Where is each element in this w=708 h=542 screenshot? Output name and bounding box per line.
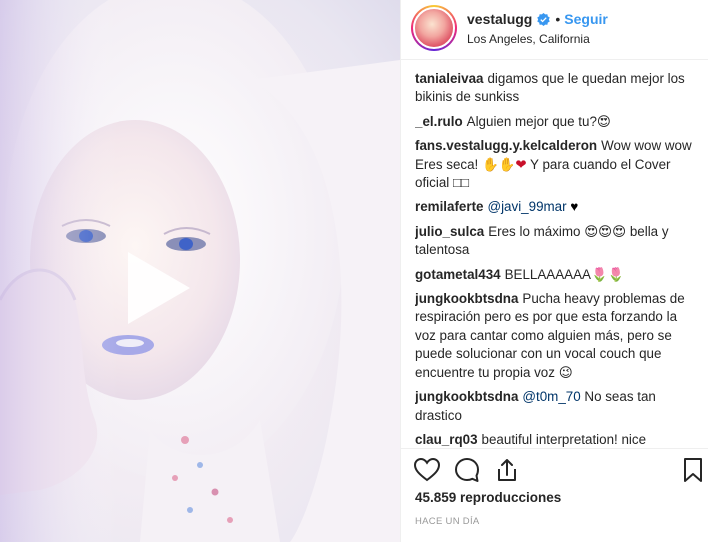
comment-username[interactable]: _el.rulo (415, 114, 463, 129)
verified-badge-icon (537, 12, 551, 26)
comment-item: _el.rulo Alguien mejor que tu?😍 (415, 113, 700, 131)
unknown-glyphs: □□ (452, 175, 470, 191)
black-heart-emoji: ♥ (570, 199, 579, 215)
comment-item: jungkookbtsdna Pucha heavy problemas de r… (415, 290, 700, 382)
save-button[interactable] (679, 456, 707, 484)
comment-username[interactable]: julio_sulca (415, 224, 484, 239)
bookmark-icon (684, 458, 702, 482)
video-thumbnail (0, 0, 400, 542)
post-timestamp[interactable]: HACE UN DÍA (415, 516, 480, 527)
comment-icon (455, 458, 479, 482)
play-icon (128, 252, 190, 324)
comment-item: gotametal434 BELLAAAAAA🌷🌷 (415, 266, 700, 284)
comment-item: tanialeivaa digamos que le quedan mejor l… (415, 70, 700, 107)
location-link[interactable]: Los Angeles, California (467, 32, 590, 46)
comment-item: clau_rq03 beautiful interpretation! nice (415, 431, 700, 448)
play-button[interactable] (116, 248, 196, 328)
comment-text: BELLAAAAAA (504, 266, 591, 282)
heart-eyes-emoji: 😍 (596, 113, 611, 129)
username-row: vestalugg • Seguir (467, 11, 608, 27)
separator-dot: • (555, 11, 561, 27)
comment-item: julio_sulca Eres lo máximo 😍😍😍 bella y ta… (415, 223, 700, 260)
tulip-emoji: 🌷🌷 (590, 266, 625, 282)
comment-username[interactable]: tanialeivaa (415, 71, 483, 86)
comment-item: jungkookbtsdna @t0m_70 No seas tan drasti… (415, 388, 700, 425)
comment-text: Alguien mejor que tu? (466, 113, 597, 129)
red-heart-emoji: ❤ (515, 156, 527, 172)
comment-mention[interactable]: @t0m_70 (522, 389, 580, 404)
share-button[interactable] (493, 456, 521, 484)
comment-text: Eres lo máximo (488, 223, 585, 239)
action-bar (411, 456, 703, 484)
like-button[interactable] (413, 456, 441, 484)
comment-mention[interactable]: @javi_99mar (487, 199, 566, 214)
wink-emoji: 😉 (558, 364, 573, 380)
comment-username[interactable]: gotametal434 (415, 267, 501, 282)
follow-button[interactable]: Seguir (564, 11, 608, 27)
avatar[interactable] (411, 5, 457, 51)
hands-emoji: ✋✋ (481, 156, 516, 172)
heart-icon (413, 457, 441, 482)
comment-username[interactable]: jungkookbtsdna (415, 291, 518, 306)
actions-divider (401, 448, 708, 449)
avatar-image (413, 7, 455, 49)
view-count[interactable]: 45.859 reproducciones (415, 490, 561, 505)
comment-button[interactable] (453, 456, 481, 484)
post-header: vestalugg • Seguir Los Angeles, Californ… (401, 0, 708, 60)
comment-item: remilaferte @javi_99mar ♥ (415, 198, 700, 216)
comment-username[interactable]: jungkookbtsdna (415, 389, 518, 404)
heart-eyes-emoji: 😍😍😍 (584, 223, 627, 239)
comment-item: fans.vestalugg.y.kelcalderon Wow wow wow … (415, 137, 700, 192)
comment-username[interactable]: remilaferte (415, 199, 483, 214)
comment-text: beautiful interpretation! nice (481, 431, 647, 447)
share-icon (498, 459, 516, 481)
comment-username[interactable]: clau_rq03 (415, 432, 478, 447)
post-sidebar: vestalugg • Seguir Los Angeles, Californ… (400, 0, 708, 542)
comment-username[interactable]: fans.vestalugg.y.kelcalderon (415, 138, 597, 153)
username-link[interactable]: vestalugg (467, 11, 532, 27)
comments-list[interactable]: tanialeivaa digamos que le quedan mejor l… (415, 70, 700, 448)
video-player[interactable] (0, 0, 400, 542)
